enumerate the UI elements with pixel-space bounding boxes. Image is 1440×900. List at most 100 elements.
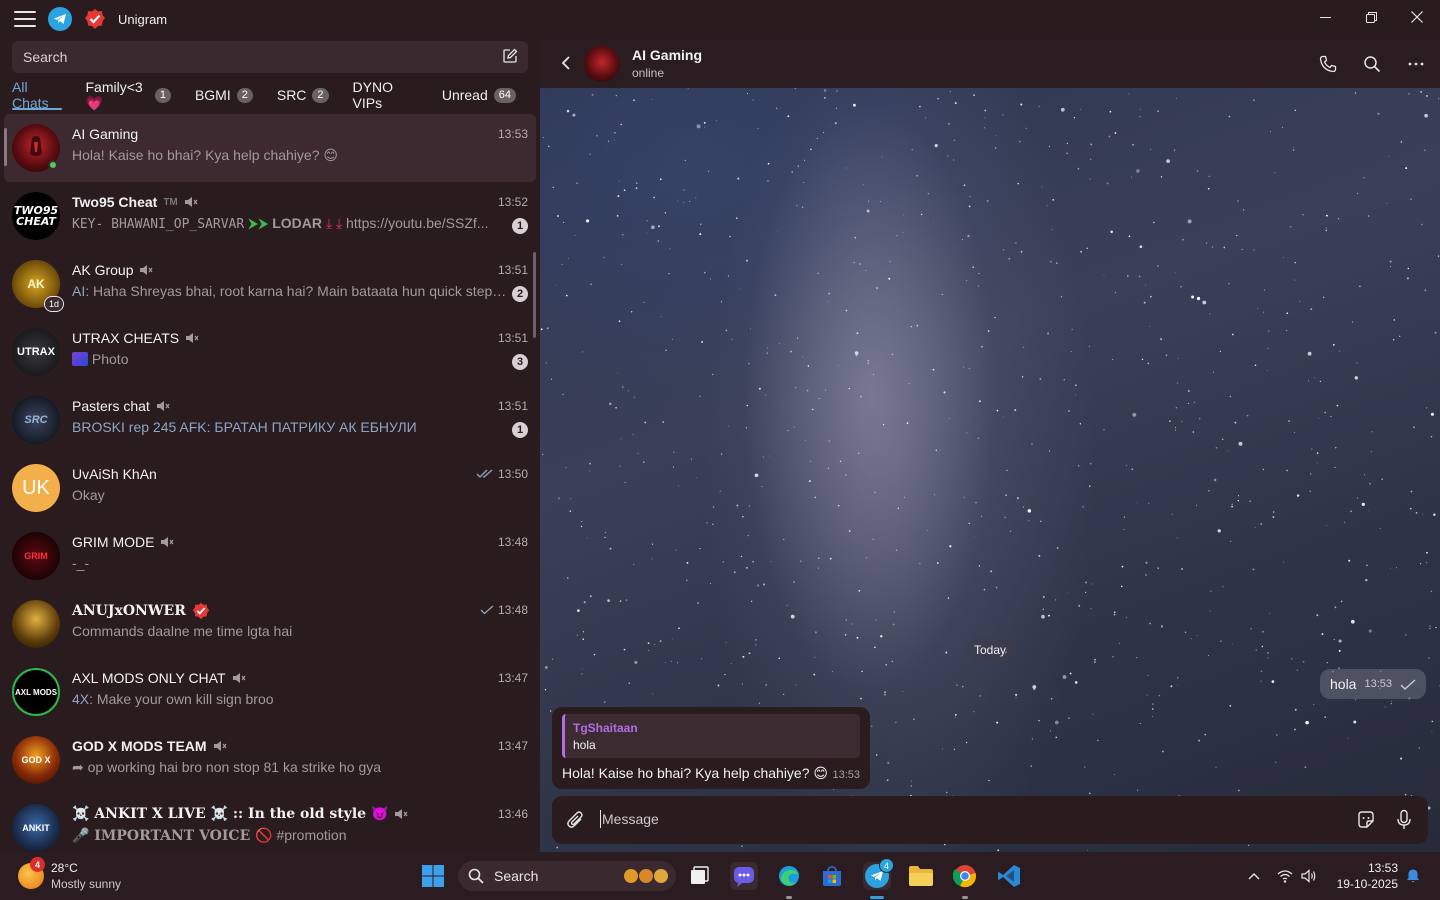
star xyxy=(927,192,930,195)
hamburger-menu-icon[interactable] xyxy=(14,11,36,27)
chat-row-uvaish-khan[interactable]: UK UvAiSh KhAn 13:50 Okay xyxy=(4,454,536,522)
star xyxy=(617,195,620,198)
star xyxy=(1407,267,1410,270)
star xyxy=(861,670,863,673)
volume-icon[interactable] xyxy=(1301,868,1317,884)
restore-button[interactable] xyxy=(1348,0,1394,34)
star xyxy=(1294,708,1297,711)
chat-row-utrax-cheats[interactable]: UTRAX UTRAX CHEATS 13:51 Photo 3 xyxy=(4,318,536,386)
search-input[interactable]: Search xyxy=(12,41,528,73)
star xyxy=(654,644,655,646)
outgoing-message[interactable]: hola 13:53 xyxy=(1320,669,1426,699)
taskbar-search[interactable]: Search xyxy=(458,861,676,891)
chat-row-two95-cheat[interactable]: TWO95 CHEAT Two95 Cheat TM 13:52 KEY- BHAW… xyxy=(4,182,536,250)
tab-bgmi[interactable]: BGMI 2 xyxy=(195,82,253,108)
star xyxy=(1033,688,1036,691)
star xyxy=(936,562,939,564)
star xyxy=(1310,473,1312,475)
star xyxy=(1392,338,1395,341)
avatar[interactable] xyxy=(584,46,620,82)
search-icon[interactable] xyxy=(1363,55,1381,73)
chrome-icon[interactable] xyxy=(951,862,979,890)
close-button[interactable] xyxy=(1394,0,1440,34)
star xyxy=(1430,412,1434,416)
compose-icon[interactable] xyxy=(502,48,518,64)
star xyxy=(1136,169,1140,173)
microphone-icon[interactable] xyxy=(1394,809,1414,831)
file-explorer-icon[interactable] xyxy=(907,862,935,890)
weather-widget[interactable]: 4 28°C Mostly sunny xyxy=(18,857,121,892)
attach-icon[interactable] xyxy=(566,810,586,830)
incoming-message[interactable]: TgShaitaan hola Hola! Kaise ho bhai? Kya… xyxy=(552,707,870,789)
chat-app-icon[interactable] xyxy=(730,862,758,890)
star xyxy=(684,159,686,161)
star xyxy=(567,258,569,259)
reply-quote[interactable]: TgShaitaan hola xyxy=(562,714,860,758)
tab-src[interactable]: SRC 2 xyxy=(277,82,329,108)
star xyxy=(1158,695,1160,697)
conversation-title[interactable]: AI Gaming xyxy=(632,47,702,63)
star xyxy=(1308,380,1309,382)
task-view-icon[interactable] xyxy=(685,862,713,890)
avatar: SRC xyxy=(12,396,60,444)
star xyxy=(1275,761,1277,763)
star xyxy=(1089,158,1092,160)
minimize-icon xyxy=(1319,16,1331,18)
chat-list-scrollbar[interactable] xyxy=(533,252,536,338)
windows-start-icon[interactable] xyxy=(419,862,447,890)
star xyxy=(1262,468,1264,471)
edge-browser-icon[interactable] xyxy=(775,862,803,890)
chat-row-ak-group[interactable]: AK 1d AK Group 13:51 AI: Haha Shreyas bh… xyxy=(4,250,536,318)
chat-row-anujxonwer[interactable]: ANUJxONWER 13:48 Commands daalne me time… xyxy=(4,590,536,658)
star xyxy=(1165,354,1168,357)
star xyxy=(1198,739,1201,742)
wifi-icon[interactable] xyxy=(1277,868,1293,884)
tab-family[interactable]: Family<3💗 1 xyxy=(86,79,171,111)
star xyxy=(828,292,830,295)
chat-time: 13:48 xyxy=(497,535,528,549)
star xyxy=(859,395,862,398)
star xyxy=(954,713,957,716)
star xyxy=(552,186,554,188)
star xyxy=(548,145,550,148)
star xyxy=(926,529,928,531)
star xyxy=(1310,308,1313,311)
back-arrow-icon[interactable] xyxy=(558,55,574,71)
telegram-taskbar-icon[interactable]: 4 xyxy=(863,858,894,890)
phone-call-icon[interactable] xyxy=(1319,55,1337,73)
chevron-up-icon[interactable] xyxy=(1246,868,1262,884)
star xyxy=(1151,708,1154,710)
chat-row-pasters-chat[interactable]: SRC Pasters chat 13:51 BROSKI rep 245 AF… xyxy=(4,386,536,454)
star xyxy=(884,693,886,696)
star xyxy=(778,343,781,345)
system-clock[interactable]: 13:53 19-10-2025 xyxy=(1334,860,1398,892)
more-options-icon[interactable] xyxy=(1407,55,1425,73)
chat-row-grim-mode[interactable]: GRIM GRIM MODE 13:48 -_- xyxy=(4,522,536,590)
minimize-button[interactable] xyxy=(1302,0,1348,34)
star xyxy=(1209,610,1211,612)
store-icon[interactable] xyxy=(818,862,846,890)
star xyxy=(1296,494,1300,497)
vscode-icon[interactable] xyxy=(995,862,1023,890)
star xyxy=(1023,346,1025,348)
star xyxy=(696,124,701,129)
star xyxy=(1228,115,1231,118)
download-icon: ⤓ ⤓ xyxy=(325,215,347,231)
chat-row-axl-mods[interactable]: AXL MODS AXL MODS ONLY CHAT 13:47 4X: Ma… xyxy=(4,658,536,726)
message-input[interactable]: Message xyxy=(600,810,659,828)
notification-bell-icon[interactable] xyxy=(1405,868,1421,884)
star xyxy=(984,117,986,119)
star xyxy=(563,221,565,223)
chat-preview: 🎤 IMPORTANT VOICE 🚫 #promotion xyxy=(72,827,347,844)
sticker-icon[interactable] xyxy=(1356,810,1376,830)
star xyxy=(551,378,553,380)
star xyxy=(834,122,837,125)
star xyxy=(1425,94,1428,97)
tab-all-chats[interactable]: All Chats xyxy=(12,79,62,111)
tab-dyno-vips[interactable]: DYNO VIPs xyxy=(353,79,418,111)
star xyxy=(1145,574,1147,576)
chat-row-god-x-mods-team[interactable]: GOD X GOD X MODS TEAM 13:47 ➦ op working… xyxy=(4,726,536,794)
chat-row-ai-gaming[interactable]: AI Gaming 13:53 Hola! Kaise ho bhai? Kya… xyxy=(4,114,536,182)
tab-unread[interactable]: Unread 64 xyxy=(442,82,516,108)
star xyxy=(823,89,827,92)
